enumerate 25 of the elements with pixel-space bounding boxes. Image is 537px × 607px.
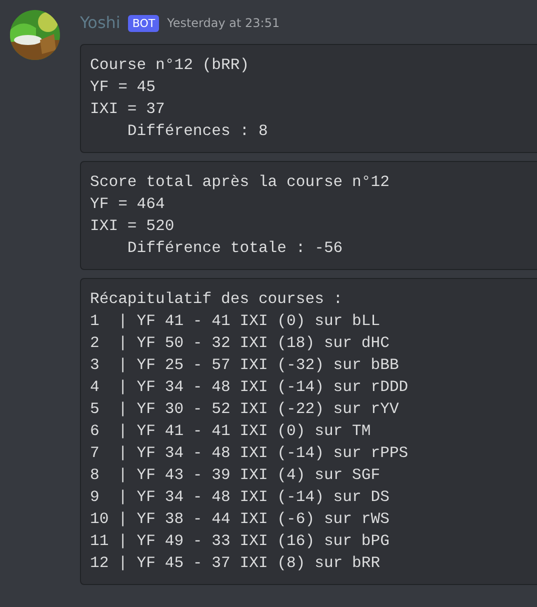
code-line: 2 | YF 50 - 32 IXI (18) sur dHC: [90, 333, 390, 354]
code-line: Récapitulatif des courses :: [90, 289, 344, 310]
code-line: 8 | YF 43 - 39 IXI (4) sur SGF: [90, 465, 382, 486]
author-name[interactable]: Yoshi: [80, 13, 120, 33]
bot-tag: BOT: [128, 14, 160, 32]
code-line: IXI = 520: [90, 216, 176, 237]
code-line: YF = 464: [90, 194, 166, 215]
code-line: Course n°12 (bRR): [90, 55, 250, 76]
code-line: IXI = 37: [90, 99, 166, 120]
code-line: 6 | YF 41 - 41 IXI (0) sur TM: [90, 421, 372, 442]
code-line: 10 | YF 38 - 44 IXI (-6) sur rWS: [90, 509, 390, 530]
code-line: 9 | YF 34 - 48 IXI (-14) sur DS: [90, 487, 390, 508]
avatar[interactable]: [10, 10, 60, 60]
code-line: 3 | YF 25 - 57 IXI (-32) sur bBB: [90, 355, 400, 376]
code-line: 5 | YF 30 - 52 IXI (-22) sur rYV: [90, 399, 400, 420]
code-line: Différence totale : -56: [126, 238, 344, 259]
code-line: Différences : 8: [126, 121, 269, 142]
code-line: 11 | YF 49 - 33 IXI (16) sur bPG: [90, 531, 390, 552]
code-line: 7 | YF 34 - 48 IXI (-14) sur rPPS: [90, 443, 410, 464]
code-line: 12 | YF 45 - 37 IXI (8) sur bRR: [90, 553, 382, 574]
code-line: YF = 45: [90, 77, 157, 98]
code-line: Score total après la course n°12: [90, 172, 390, 193]
code-line: 1 | YF 41 - 41 IXI (0) sur bLL: [90, 311, 382, 332]
timestamp: Yesterday at 23:51: [167, 15, 280, 32]
code-line: 4 | YF 34 - 48 IXI (-14) sur rDDD: [90, 377, 410, 398]
